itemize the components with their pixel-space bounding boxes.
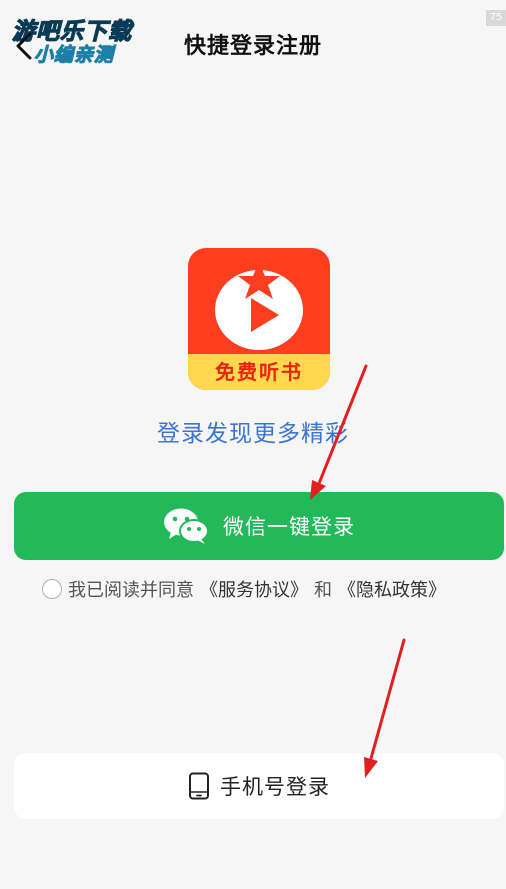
wechat-icon bbox=[164, 508, 209, 544]
phone-icon bbox=[189, 772, 209, 800]
header: 游吧乐下载 小编亲测 快捷登录注册 75 bbox=[0, 0, 506, 90]
page-title: 快捷登录注册 bbox=[183, 34, 322, 59]
phone-login-label: 手机号登录 bbox=[220, 775, 330, 799]
agreement-text: 我已阅读并同意 bbox=[68, 580, 194, 601]
app-logo: 免费听书 bbox=[188, 248, 330, 390]
privacy-policy-link[interactable]: 《隐私政策》 bbox=[338, 576, 446, 602]
tagline: 登录发现更多精彩 bbox=[157, 421, 349, 447]
app-icon-label: 免费听书 bbox=[188, 354, 330, 390]
wechat-login-label: 微信一键登录 bbox=[223, 515, 355, 539]
phone-login-button[interactable]: 手机号登录 bbox=[14, 753, 504, 819]
agreement-row: 我已阅读并同意 《服务协议》 和 《隐私政策》 bbox=[42, 576, 446, 602]
service-agreement-link[interactable]: 《服务协议》 bbox=[200, 576, 308, 602]
wechat-login-button[interactable]: 微信一键登录 bbox=[14, 492, 504, 560]
agreement-conjunction: 和 bbox=[314, 580, 332, 601]
agreement-checkbox[interactable] bbox=[42, 579, 62, 599]
status-badge: 75 bbox=[486, 10, 506, 26]
